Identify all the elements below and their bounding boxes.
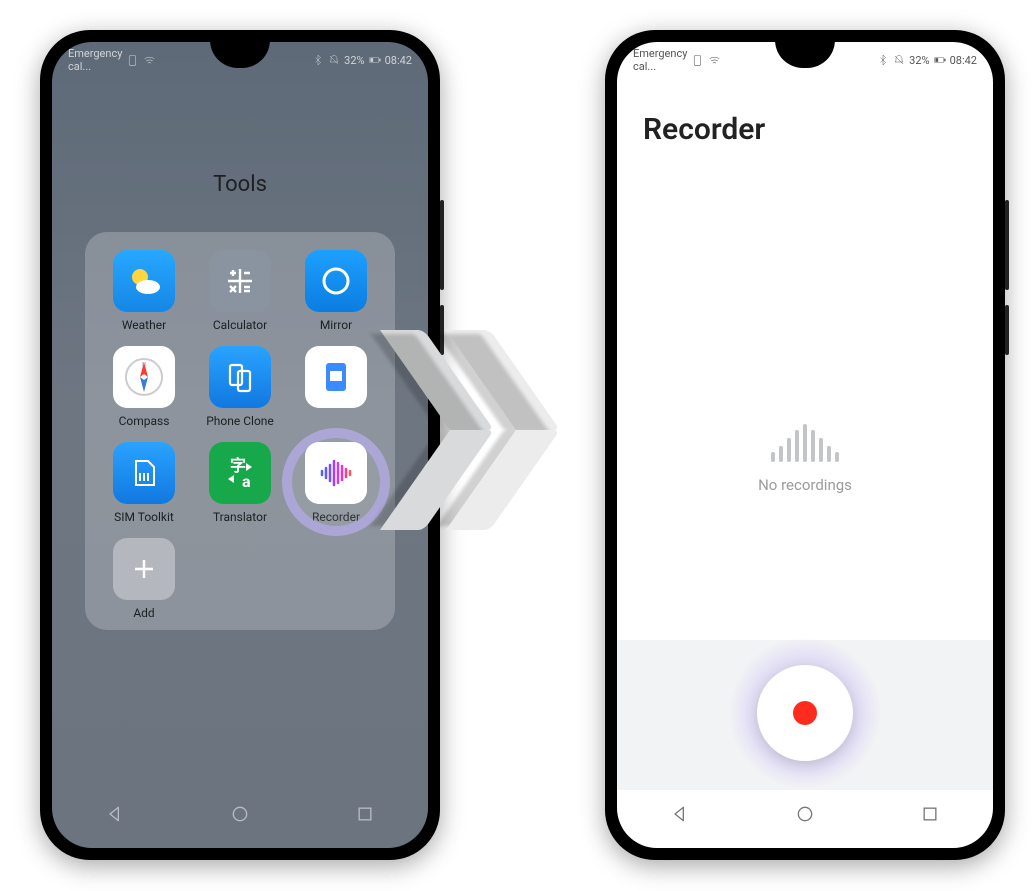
mute-icon xyxy=(328,54,340,66)
transition-arrow xyxy=(450,330,564,530)
phone-home: Emergency cal... 32% 08:42 Tools xyxy=(40,30,440,860)
battery-icon xyxy=(934,54,946,66)
app-weather[interactable]: Weather xyxy=(99,250,189,332)
app-label: Mirror xyxy=(320,318,352,332)
weather-icon xyxy=(124,261,164,301)
waveform-icon xyxy=(617,422,993,462)
recorder-icon xyxy=(314,451,358,495)
tools-folder: Weather Calculator xyxy=(85,232,395,630)
nav-back-icon[interactable] xyxy=(670,804,690,824)
sim-icon xyxy=(126,54,139,67)
wifi-icon xyxy=(708,54,721,67)
app-label: Translator xyxy=(213,510,267,524)
app-hidden[interactable] xyxy=(291,346,381,428)
svg-text:N: N xyxy=(142,362,146,368)
page-title: Recorder xyxy=(643,112,765,147)
app-label: SIM Toolkit xyxy=(114,510,174,524)
system-navbar xyxy=(52,790,428,838)
phone-clone-icon xyxy=(220,357,260,397)
clock: 08:42 xyxy=(950,54,977,67)
app-translator[interactable]: 字 a Translator xyxy=(195,442,285,524)
calculator-icon xyxy=(220,261,260,301)
app-label: Recorder xyxy=(312,510,360,524)
app-label: Phone Clone xyxy=(206,414,274,428)
app-recorder[interactable]: Recorder xyxy=(291,442,381,524)
empty-text: No recordings xyxy=(617,476,993,494)
carrier-text: Emergency cal... xyxy=(68,47,122,73)
app-mirror[interactable]: Mirror xyxy=(291,250,381,332)
nav-back-icon[interactable] xyxy=(105,804,125,824)
system-navbar xyxy=(617,790,993,838)
folder-title: Tools xyxy=(52,172,428,197)
translator-icon: 字 a xyxy=(218,451,262,495)
nav-home-icon[interactable] xyxy=(230,804,250,824)
sim-icon xyxy=(691,54,704,67)
app-label: Compass xyxy=(119,414,170,428)
mute-icon xyxy=(893,54,905,66)
app-calculator[interactable]: Calculator xyxy=(195,250,285,332)
volume-button[interactable] xyxy=(1005,200,1009,290)
mirror-icon xyxy=(316,261,356,301)
compass-icon: N xyxy=(123,356,165,398)
volume-button[interactable] xyxy=(440,200,444,290)
bluetooth-icon xyxy=(877,54,889,66)
battery-pct: 32% xyxy=(909,54,929,67)
power-button[interactable] xyxy=(1005,305,1009,355)
svg-text:a: a xyxy=(242,472,251,491)
app-label: Add xyxy=(133,606,154,620)
record-dot-icon xyxy=(793,701,817,725)
nav-recents-icon[interactable] xyxy=(355,804,375,824)
sim-icon xyxy=(316,357,356,397)
app-phone-clone[interactable]: Phone Clone xyxy=(195,346,285,428)
battery-pct: 32% xyxy=(344,54,364,67)
plus-icon xyxy=(129,554,159,584)
battery-icon xyxy=(369,54,381,66)
sim-toolkit-icon xyxy=(124,453,164,493)
wifi-icon xyxy=(143,54,156,67)
clock: 08:42 xyxy=(385,54,412,67)
nav-recents-icon[interactable] xyxy=(920,804,940,824)
record-button-highlight xyxy=(730,638,880,788)
app-add[interactable]: Add xyxy=(99,538,189,620)
app-label: Calculator xyxy=(213,318,267,332)
phone-recorder: Emergency cal... 32% 08:42 Recorder No r… xyxy=(605,30,1005,860)
record-button[interactable] xyxy=(757,665,853,761)
app-sim-toolkit[interactable]: SIM Toolkit xyxy=(99,442,189,524)
app-label: Weather xyxy=(122,318,166,332)
app-compass[interactable]: N Compass xyxy=(99,346,189,428)
bluetooth-icon xyxy=(312,54,324,66)
nav-home-icon[interactable] xyxy=(795,804,815,824)
empty-state: No recordings xyxy=(617,422,993,494)
carrier-text: Emergency cal... xyxy=(633,47,687,73)
